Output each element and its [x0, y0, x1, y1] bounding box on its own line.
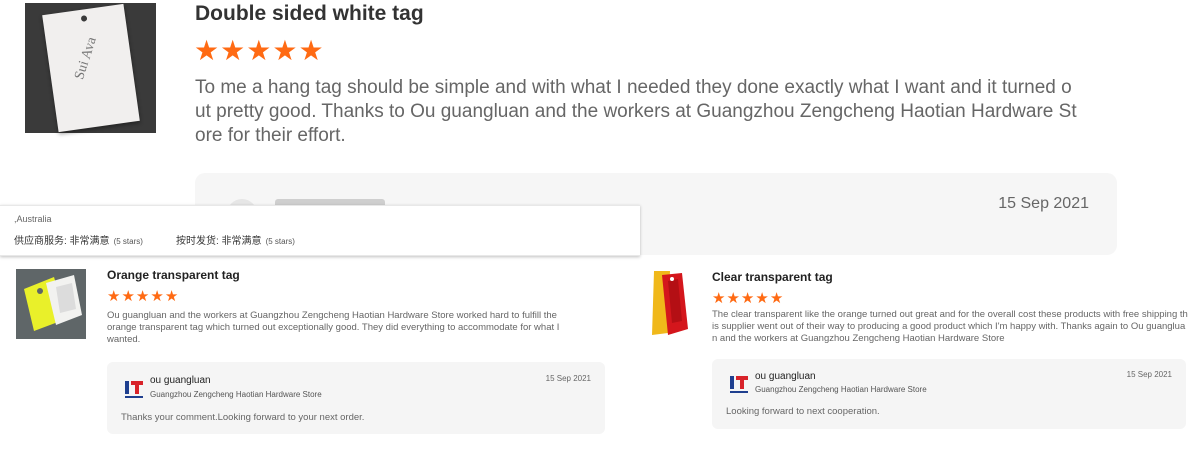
star-icon: ★	[740, 290, 755, 307]
review-title: Clear transparent tag	[712, 270, 833, 284]
store-logo-icon	[125, 381, 143, 398]
star-icon: ★	[194, 35, 220, 66]
reply-date: 15 Sep 2021	[1126, 370, 1172, 379]
review-title: Double sided white tag	[195, 2, 424, 25]
star-icon: ★	[726, 290, 740, 307]
star-rating: ★ ★ ★ ★ ★	[194, 36, 325, 66]
review-body: Ou guangluan and the workers at Guangzho…	[107, 310, 560, 345]
star-icon: ★	[272, 35, 298, 66]
reply-author: ou guangluan	[150, 375, 211, 386]
reply-store: Guangzhou Zengcheng Haotian Hardware Sto…	[755, 385, 927, 394]
product-thumbnail[interactable]	[16, 269, 86, 339]
on-time-shipping-rating: 按时发货: 非常满意 (5 stars)	[176, 232, 295, 247]
white-hang-tag-image: Sui Ava	[41, 3, 140, 133]
shipping-note: (5 stars)	[265, 237, 295, 246]
product-thumbnail[interactable]	[638, 269, 708, 339]
star-icon: ★	[107, 288, 121, 305]
reply-author: ou guangluan	[755, 371, 816, 382]
reply-store: Guangzhou Zengcheng Haotian Hardware Sto…	[150, 390, 322, 399]
star-icon: ★	[712, 290, 726, 307]
reply-text: Thanks your comment.Looking forward to y…	[121, 412, 365, 423]
product-thumbnail[interactable]: Sui Ava	[25, 3, 156, 133]
star-rating: ★ ★ ★ ★ ★	[712, 291, 784, 306]
star-rating: ★ ★ ★ ★ ★	[107, 289, 179, 304]
shipping-label: 按时发货: 非常满意	[176, 236, 262, 247]
star-icon: ★	[121, 288, 135, 305]
star-icon: ★	[769, 290, 784, 307]
clear-tag-image	[638, 269, 708, 339]
divider	[0, 255, 640, 256]
orange-tag-image	[16, 269, 86, 339]
reply-text: Looking forward to next cooperation.	[726, 406, 880, 417]
star-icon: ★	[150, 288, 164, 305]
review-title: Orange transparent tag	[107, 268, 240, 282]
star-icon: ★	[164, 288, 179, 305]
tag-brand-text: Sui Ava	[71, 35, 100, 82]
star-icon: ★	[135, 288, 150, 305]
star-icon: ★	[220, 35, 246, 66]
reviewer-country: ,Australia	[14, 214, 52, 224]
review-body: To me a hang tag should be simple and wi…	[195, 77, 1077, 146]
service-note: (5 stars)	[113, 237, 143, 246]
star-icon: ★	[298, 35, 324, 66]
store-logo-icon	[730, 376, 748, 393]
supplier-service-rating: 供应商服务: 非常满意 (5 stars)	[14, 232, 143, 247]
star-icon: ★	[246, 35, 272, 66]
supplier-reply: ou guangluan Guangzhou Zengcheng Haotian…	[712, 359, 1186, 429]
service-label: 供应商服务: 非常满意	[14, 236, 110, 247]
reply-date: 15 Sep 2021	[545, 374, 591, 383]
star-icon: ★	[755, 290, 769, 307]
tag-hole	[80, 15, 87, 22]
review-body: The clear transparent like the orange tu…	[712, 309, 1188, 344]
reply-date: 15 Sep 2021	[998, 195, 1089, 212]
supplier-reply: ou guangluan Guangzhou Zengcheng Haotian…	[107, 362, 605, 434]
reviewer-info-panel: ,Australia 供应商服务: 非常满意 (5 stars) 按时发货: 非常…	[0, 205, 640, 256]
